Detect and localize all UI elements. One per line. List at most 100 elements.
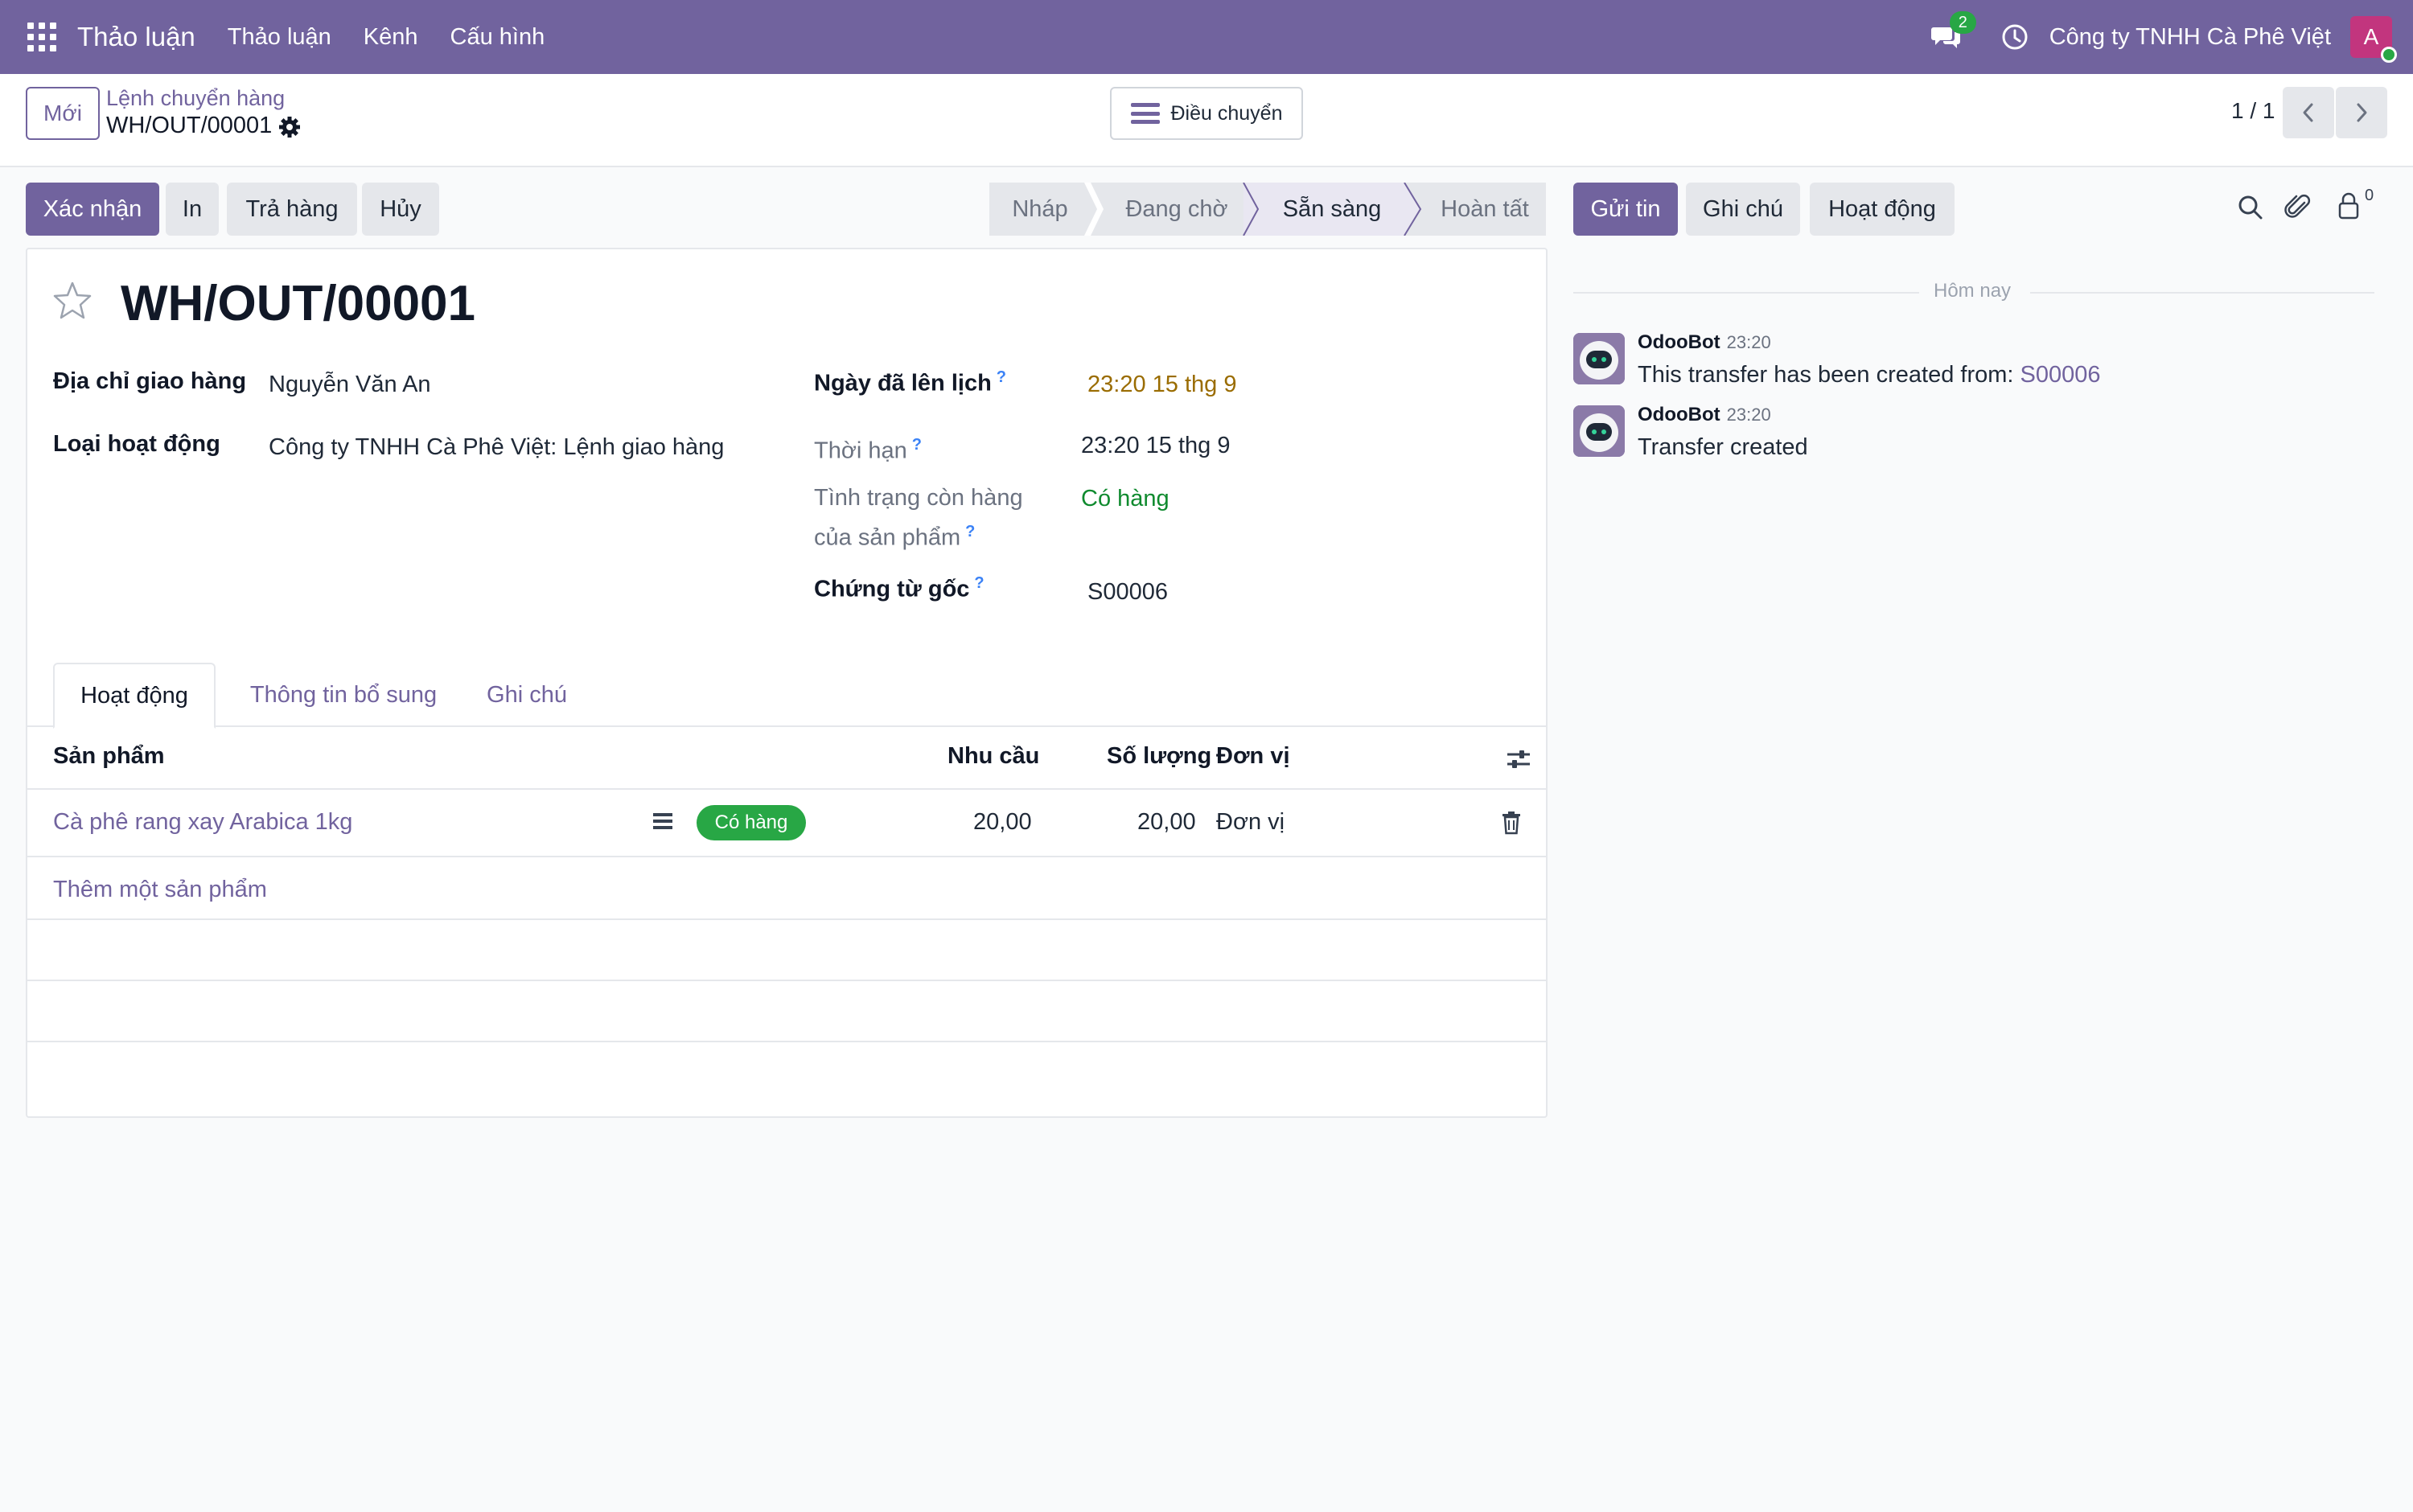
help-tooltip-icon[interactable]: ? (974, 574, 984, 592)
column-header-uom[interactable]: Đơn vị (1216, 743, 1290, 770)
pager-next-button[interactable] (2336, 87, 2387, 138)
product-cell[interactable]: Cà phê rang xay Arabica 1kg (53, 809, 352, 836)
optional-columns-icon[interactable] (1506, 746, 1531, 772)
followers-button[interactable]: 0 (2336, 187, 2384, 225)
notebook-tabs: Hoạt động Thông tin bổ sung Ghi chú (27, 663, 1548, 729)
new-button[interactable]: Mới (26, 87, 100, 140)
user-avatar[interactable]: A (2350, 16, 2397, 63)
pager-value[interactable]: 1 / 1 (2231, 98, 2275, 124)
nav-menu: Thảo luận Kênh Cấu hình (212, 24, 561, 51)
chevron-right-icon (2357, 103, 2367, 122)
app-brand[interactable]: Thảo luận (77, 22, 195, 52)
nav-menu-discuss[interactable]: Thảo luận (212, 24, 347, 51)
table-divider (27, 1041, 1548, 1042)
messages-button[interactable]: 2 (1930, 11, 1976, 53)
paperclip-icon[interactable] (2283, 191, 2315, 224)
form-sheet: WH/OUT/00001 Địa chỉ giao hàng Nguyễn Vă… (26, 248, 1548, 1118)
hamburger-icon (1130, 103, 1160, 124)
user-lock-icon (2338, 192, 2359, 220)
control-panel: Mới Lệnh chuyển hàng WH/OUT/00001 Điều c… (0, 74, 2413, 167)
return-button[interactable]: Trả hàng (227, 183, 357, 236)
message-time: 23:20 (1726, 405, 1771, 425)
pager-previous-button[interactable] (2283, 87, 2334, 138)
help-tooltip-icon[interactable]: ? (965, 523, 975, 540)
date-separator-line (1573, 292, 1919, 294)
quantity-cell[interactable]: 20,00 (1137, 809, 1196, 836)
breadcrumb-current: WH/OUT/00001 (106, 113, 273, 138)
gear-icon[interactable] (278, 116, 301, 138)
activity-button[interactable]: Hoạt động (1810, 183, 1955, 236)
details-list-icon[interactable] (652, 811, 674, 832)
transfer-menu-label: Điều chuyển (1170, 101, 1283, 125)
status-stage-waiting[interactable]: Đang chờ (1091, 183, 1243, 236)
add-product-line-link[interactable]: Thêm một sản phẩm (53, 877, 267, 903)
message-author: OdooBot 23:20 (1638, 331, 1771, 353)
product-availability-value: Có hàng (1081, 486, 1170, 512)
tab-note[interactable]: Ghi chú (467, 663, 587, 727)
avatar-letter: A (2363, 24, 2379, 49)
transfer-menu-button[interactable]: Điều chuyển (1110, 87, 1303, 140)
bot-avatar[interactable] (1573, 405, 1625, 457)
bot-avatar[interactable] (1573, 333, 1625, 384)
status-stage-done[interactable]: Hoàn tất (1404, 183, 1546, 236)
operation-type-label: Loại hoạt động (53, 431, 220, 457)
source-document-label: Chứng từ gốc? (814, 574, 985, 602)
message-author: OdooBot 23:20 (1638, 404, 1771, 425)
scheduled-date-label: Ngày đã lên lịch? (814, 368, 1007, 396)
source-document-field[interactable]: S00006 (1087, 579, 1168, 606)
nav-menu-configuration[interactable]: Cấu hình (434, 24, 561, 51)
navbar-systray: 2 Công ty TNHH Cà Phê Việt A (1930, 0, 2413, 74)
tab-additional-info[interactable]: Thông tin bổ sung (235, 663, 452, 727)
product-availability-label: Tình trạng còn hàng của sản phẩm? (814, 485, 1023, 551)
deadline-label: Thời hạn? (814, 436, 922, 464)
robot-icon (1573, 405, 1625, 457)
clock-icon[interactable] (2001, 23, 2029, 51)
date-separator-line (2030, 292, 2374, 294)
cancel-button[interactable]: Hủy (362, 183, 439, 236)
followers-count: 0 (2365, 187, 2374, 204)
apps-grid-icon[interactable] (27, 23, 56, 51)
status-bar: Nháp Đang chờ Sẵn sàng Hoàn tất (989, 183, 1546, 236)
online-status-dot (2381, 47, 2397, 63)
table-divider (27, 918, 1548, 920)
star-icon[interactable] (51, 280, 93, 322)
demand-cell[interactable]: 20,00 (973, 809, 1032, 836)
column-header-demand[interactable]: Nhu cầu (948, 743, 1039, 770)
message-body: This transfer has been created from: S00… (1638, 362, 2101, 388)
status-stage-draft[interactable]: Nháp (989, 183, 1091, 236)
record-title: WH/OUT/00001 (121, 276, 476, 331)
tab-operations[interactable]: Hoạt động (53, 663, 216, 729)
column-header-quantity[interactable]: Số lượng (1107, 743, 1211, 770)
help-tooltip-icon[interactable]: ? (997, 368, 1006, 386)
search-icon[interactable] (2234, 191, 2267, 224)
top-navbar: Thảo luận Thảo luận Kênh Cấu hình 2 Công… (0, 0, 2413, 74)
chevron-left-icon (2303, 103, 2313, 122)
company-switcher[interactable]: Công ty TNHH Cà Phê Việt (2049, 24, 2331, 51)
print-button[interactable]: In (166, 183, 219, 236)
breadcrumb-parent[interactable]: Lệnh chuyển hàng (106, 86, 285, 111)
delivery-address-field[interactable]: Nguyễn Văn An (269, 372, 431, 398)
messages-count-badge: 2 (1949, 11, 1976, 34)
table-divider (27, 788, 1548, 790)
operation-type-field[interactable]: Công ty TNHH Cà Phê Việt: Lệnh giao hàng (269, 434, 724, 461)
robot-icon (1573, 333, 1625, 384)
message-time: 23:20 (1726, 332, 1771, 352)
availability-badge: Có hàng (697, 805, 806, 840)
confirm-button[interactable]: Xác nhận (26, 183, 159, 236)
help-tooltip-icon[interactable]: ? (912, 436, 922, 454)
message-body: Transfer created (1638, 434, 1808, 460)
column-header-product[interactable]: Sản phẩm (53, 743, 165, 770)
scheduled-date-field[interactable]: 23:20 15 thg 9 (1087, 372, 1236, 398)
log-note-button[interactable]: Ghi chú (1686, 183, 1800, 236)
table-divider (27, 856, 1548, 857)
trash-icon[interactable] (1501, 811, 1522, 835)
source-order-link[interactable]: S00006 (2020, 362, 2101, 388)
deadline-field: 23:20 15 thg 9 (1081, 433, 1231, 458)
status-stage-ready[interactable]: Sẵn sàng (1243, 183, 1404, 236)
uom-cell[interactable]: Đơn vị (1216, 809, 1285, 836)
send-message-button[interactable]: Gửi tin (1573, 183, 1678, 236)
delivery-address-label: Địa chỉ giao hàng (53, 368, 247, 394)
nav-menu-channels[interactable]: Kênh (347, 24, 434, 51)
date-separator-label: Hôm nay (1934, 280, 2012, 302)
table-divider (27, 980, 1548, 981)
